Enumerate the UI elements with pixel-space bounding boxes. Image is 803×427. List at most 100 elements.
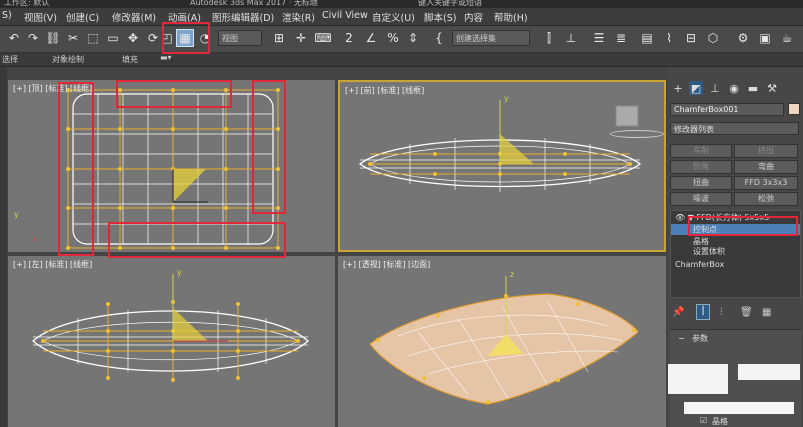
viewport-left-canvas <box>32 274 309 382</box>
command-panel: + ◩ ⊥ ◉ ▬ ⚒ ChamferBox001 修改器列表 车削 挤出 倒角… <box>668 67 803 427</box>
search-field[interactable]: 键入关键字或短语 <box>418 0 482 8</box>
render-icon[interactable]: ☕ <box>778 29 796 47</box>
noise-button[interactable]: 噪波 <box>670 192 732 206</box>
edit-named-selection-icon[interactable]: { <box>430 29 448 47</box>
left-strip <box>0 67 7 427</box>
axis-x-label: x <box>32 234 37 243</box>
viewport-front-canvas <box>358 100 642 192</box>
motion-tab-icon[interactable]: ◉ <box>727 81 741 95</box>
viewport-left-label[interactable]: [+] [左] [标准] [线框] <box>13 259 92 270</box>
align-icon[interactable]: ⊥ <box>562 29 580 47</box>
viewport-perspective-canvas <box>369 276 639 405</box>
lattice-checkbox[interactable]: ☑ <box>700 416 707 425</box>
layer-explorer-icon[interactable]: ≣ <box>612 29 630 47</box>
axis-y-label-front: y <box>504 94 509 103</box>
viewport-perspective[interactable]: [+] [透视] [标准] [边面] z <box>338 256 666 427</box>
menu-help[interactable]: 帮助(H) <box>494 10 528 24</box>
show-end-result-icon[interactable]: | <box>696 304 710 320</box>
workspace-label: 工作区: 默认 <box>4 0 50 7</box>
stack-set-volume-row[interactable]: 设置体积 <box>671 246 800 257</box>
annotation-box-right-column <box>252 80 286 214</box>
display-tab-icon[interactable]: ▬ <box>746 81 760 95</box>
blurred-region-2 <box>738 364 800 380</box>
blurred-region <box>668 364 728 394</box>
ribbon-tab-object-paint[interactable]: 对象绘制 <box>52 54 84 65</box>
viewport-left[interactable]: [+] [左] [标准] [线框] y <box>8 256 335 427</box>
render-setup-icon[interactable]: ⚙ <box>734 29 752 47</box>
parameters-rollout-title[interactable]: 参数 <box>692 333 708 344</box>
ribbon-tab-populate[interactable]: 填充 <box>122 54 138 65</box>
reference-coord-dropdown[interactable]: 视图 <box>218 30 262 46</box>
modifier-list-dropdown[interactable]: 修改器列表 <box>670 122 799 135</box>
rendered-frame-icon[interactable]: ▣ <box>756 29 774 47</box>
remove-modifier-icon[interactable]: 🗑 <box>740 307 753 318</box>
curve-editor-icon[interactable]: ⌇ <box>660 29 678 47</box>
angle-snap-icon[interactable]: ∠ <box>362 29 380 47</box>
annotation-box-left-column <box>58 82 94 256</box>
lathe-button[interactable]: 车削 <box>670 144 732 158</box>
menu-view[interactable]: 视图(V) <box>24 10 57 24</box>
configure-sets-icon[interactable]: ▦ <box>762 307 771 318</box>
bevel-button[interactable]: 倒角 <box>670 160 732 174</box>
link-icon[interactable]: ⛓ <box>44 29 62 47</box>
app-title: Autodesk 3ds Max 2017 · 无标题 <box>190 0 318 7</box>
eye-icon[interactable]: 👁 <box>675 213 685 222</box>
menu-rendering[interactable]: 渲染(R) <box>282 10 315 24</box>
unlink-icon[interactable]: ✂ <box>64 29 82 47</box>
viewport-front[interactable]: [+] [前] [标准] [线框] y <box>338 80 666 252</box>
scene-explorer-icon[interactable]: ☰ <box>590 29 608 47</box>
pin-stack-icon[interactable]: 📌 <box>672 307 684 318</box>
select-region-icon[interactable]: ⬚ <box>84 29 102 47</box>
title-bar: 工作区: 默认 Autodesk 3ds Max 2017 · 无标题 键入关键… <box>0 0 803 8</box>
hierarchy-tab-icon[interactable]: ⊥ <box>708 81 722 95</box>
menu-customize[interactable]: 自定义(U) <box>372 10 415 24</box>
select-move-icon[interactable]: ✥ <box>124 29 142 47</box>
ribbon-tab-selection[interactable]: 选择 <box>2 54 18 65</box>
viewport-perspective-label[interactable]: [+] [透视] [标准] [边面] <box>343 259 430 270</box>
utilities-tab-icon[interactable]: ⚒ <box>765 81 779 95</box>
percent-snap-icon[interactable]: % <box>384 29 402 47</box>
menu-create[interactable]: 创建(C) <box>66 10 99 24</box>
object-name-field[interactable]: ChamferBox001 <box>670 103 784 116</box>
viewcube-icon[interactable] <box>610 130 664 138</box>
menu-scripting[interactable]: 脚本(S) <box>424 10 456 24</box>
named-selection-set-dropdown[interactable]: 创建选择集 <box>452 30 530 46</box>
stack-base-object-row[interactable]: ChamferBox <box>671 259 800 270</box>
snaps-toggle-icon[interactable]: 2 <box>340 29 358 47</box>
modify-tab-icon[interactable]: ◩ <box>689 81 703 95</box>
menu-bar: S) 视图(V) 创建(C) 修改器(M) 动画(A) 图形编辑器(D) 渲染(… <box>0 8 803 26</box>
ribbon-toggle-icon[interactable]: ▤ <box>638 29 656 47</box>
undo-icon[interactable]: ↶ <box>5 29 23 47</box>
axis-z-label: z <box>510 270 515 279</box>
ffd333-button[interactable]: FFD 3x3x3 <box>734 176 798 190</box>
menu-item[interactable]: S) <box>2 10 12 21</box>
object-color-swatch[interactable] <box>788 103 800 115</box>
menu-content[interactable]: 内容 <box>464 10 483 24</box>
create-tab-icon[interactable]: + <box>671 81 685 95</box>
pivot-icon[interactable]: ⊞ <box>270 29 288 47</box>
viewport-front-label[interactable]: [+] [前] [标准] [线框] <box>345 85 424 96</box>
select-object-icon[interactable]: ▭ <box>104 29 122 47</box>
redo-icon[interactable]: ↷ <box>24 29 42 47</box>
ribbon-options-icon[interactable]: ▬▾ <box>160 53 172 62</box>
select-manipulate-icon[interactable]: ✛ <box>292 29 310 47</box>
keyboard-shortcut-icon[interactable]: ⌨ <box>314 29 332 47</box>
rollout-toggle-icon[interactable]: − <box>678 334 685 343</box>
extrude-button[interactable]: 挤出 <box>734 144 798 158</box>
mirror-icon[interactable]: ⫿ <box>540 29 558 47</box>
annotation-box-control-points <box>688 216 798 236</box>
make-unique-icon[interactable]: ⫶ <box>720 307 723 318</box>
axis-y-label: y <box>14 210 19 219</box>
bend-button[interactable]: 弯曲 <box>734 160 798 174</box>
schematic-view-icon[interactable]: ⊟ <box>682 29 700 47</box>
spinner-snap-icon[interactable]: ⇕ <box>404 29 422 47</box>
menu-graph-editors[interactable]: 图形编辑器(D) <box>212 10 274 24</box>
relax-button[interactable]: 松弛 <box>734 192 798 206</box>
material-editor-icon[interactable]: ⬡ <box>704 29 722 47</box>
twist-button[interactable]: 扭曲 <box>670 176 732 190</box>
blurred-region-3 <box>684 402 794 414</box>
axis-y-label-left: y <box>177 268 182 277</box>
lattice-checkbox-label: 晶格 <box>712 417 728 426</box>
menu-modifiers[interactable]: 修改器(M) <box>112 10 156 24</box>
menu-civil-view[interactable]: Civil View <box>322 10 368 21</box>
